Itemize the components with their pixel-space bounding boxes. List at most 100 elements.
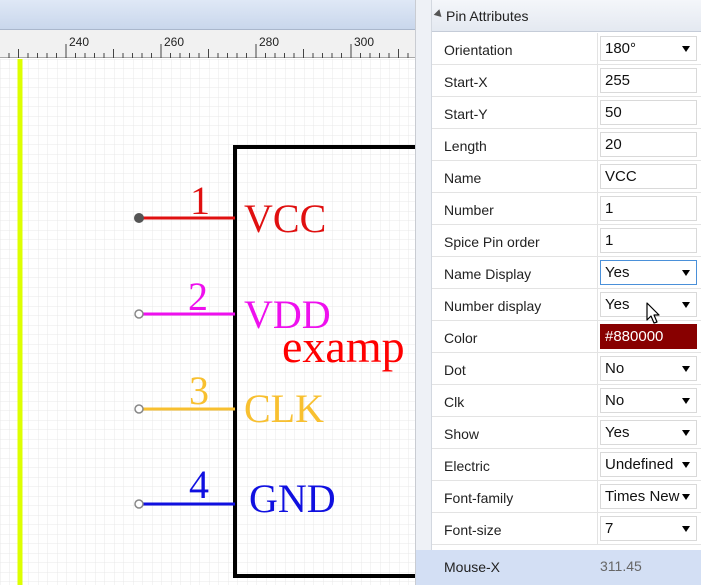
column-divider: [597, 193, 598, 225]
dropdown-caret-icon[interactable]: [682, 46, 690, 52]
dropdown-caret-icon[interactable]: [682, 494, 690, 500]
attribute-row-start-x: Start-X 255: [432, 65, 701, 97]
select-value: Undefined: [605, 456, 674, 473]
pin-1-endpoint[interactable]: [134, 213, 144, 223]
mouse-x-label: Mouse-X: [444, 559, 501, 575]
start-y-input[interactable]: 50: [600, 100, 697, 125]
pin-3-name: CLK: [244, 386, 324, 431]
dropdown-caret-icon[interactable]: [682, 270, 690, 276]
show-select[interactable]: Yes: [600, 420, 697, 445]
select-value: Yes: [605, 296, 630, 313]
dropdown-caret-icon[interactable]: [682, 302, 690, 308]
column-divider: [597, 129, 598, 161]
attribute-label: Font-family: [444, 490, 514, 506]
dropdown-caret-icon[interactable]: [682, 398, 690, 404]
column-divider: [597, 97, 598, 129]
attribute-label: Electric: [444, 458, 490, 474]
attribute-label: Font-size: [444, 522, 502, 538]
attribute-row-name: Name VCC: [432, 161, 701, 193]
mouse-x-value: 311.45: [600, 558, 642, 574]
column-divider: [597, 321, 598, 353]
pin-attributes-header[interactable]: Pin Attributes: [432, 0, 701, 32]
mouse-pointer-icon: [646, 302, 660, 324]
attribute-label: Number: [444, 202, 494, 218]
name-display-select[interactable]: Yes: [600, 260, 697, 285]
column-divider: [597, 289, 598, 321]
pin-1-name: VCC: [244, 196, 326, 241]
font-family-select[interactable]: Times New Roman: [600, 484, 697, 509]
attribute-label: Name Display: [444, 266, 532, 282]
select-value: Yes: [605, 424, 630, 441]
properties-panel: Pin Attributes Orientation 180° Start-X 255…: [416, 0, 701, 585]
color-field[interactable]: #880000: [600, 324, 697, 349]
panel-title: Pin Attributes: [446, 8, 529, 24]
attribute-label: Clk: [444, 394, 465, 410]
pin-2-number: 2: [188, 274, 208, 319]
pin-4-endpoint[interactable]: [134, 499, 144, 509]
select-value: No: [605, 360, 625, 377]
column-divider: [597, 65, 598, 97]
attribute-row-spice-pin-order: Spice Pin order 1: [432, 225, 701, 257]
column-divider: [597, 353, 598, 385]
column-divider: [597, 449, 598, 481]
attribute-row-show: Show Yes: [432, 417, 701, 449]
attribute-row-orientation: Orientation 180°: [432, 33, 701, 65]
attribute-row-electric: Electric Undefined: [432, 449, 701, 481]
attribute-label: Name: [444, 170, 482, 186]
select-value: 180°: [605, 40, 637, 57]
attribute-row-length: Length 20: [432, 129, 701, 161]
attribute-row-font-size: Font-size 7: [432, 513, 701, 545]
font-size-select[interactable]: 7: [600, 516, 697, 541]
spice-pin-order-input[interactable]: 1: [600, 228, 697, 253]
dropdown-caret-icon[interactable]: [682, 526, 690, 532]
pin-3-number: 3: [189, 368, 209, 413]
column-divider: [597, 481, 598, 513]
column-divider: [597, 417, 598, 449]
attribute-label: Number display: [444, 298, 542, 314]
column-divider: [597, 225, 598, 257]
column-divider: [597, 513, 598, 545]
schematic-canvas[interactable]: 240 260 280 300 examp 1 VCC 2 VDD 3 CLK …: [0, 0, 416, 585]
pin-3-endpoint[interactable]: [134, 404, 144, 414]
column-divider: [597, 385, 598, 417]
select-value: 7: [605, 520, 614, 537]
attribute-row-name-display: Name Display Yes: [432, 257, 701, 289]
attribute-row-start-y: Start-Y 50: [432, 97, 701, 129]
attribute-row-number: Number 1: [432, 193, 701, 225]
attribute-label: Color: [444, 330, 478, 346]
length-input[interactable]: 20: [600, 132, 697, 157]
dropdown-caret-icon[interactable]: [682, 430, 690, 436]
clk-select[interactable]: No: [600, 388, 697, 413]
pin-4-number: 4: [189, 462, 209, 507]
attribute-label: Length: [444, 138, 487, 154]
electric-select[interactable]: Undefined: [600, 452, 697, 477]
start-x-input[interactable]: 255: [600, 68, 697, 93]
select-value: Yes: [605, 264, 630, 281]
mouse-x-status-row: Mouse-X 311.45: [416, 550, 701, 585]
attribute-label: Start-Y: [444, 106, 488, 122]
column-divider: [597, 257, 598, 289]
attribute-row-dot: Dot No: [432, 353, 701, 385]
attribute-label: Dot: [444, 362, 466, 378]
orientation-select[interactable]: 180°: [600, 36, 697, 61]
pin-4-name: GND: [249, 476, 336, 521]
pin-1-number: 1: [190, 178, 210, 223]
dropdown-caret-icon[interactable]: [682, 462, 690, 468]
select-value: No: [605, 392, 625, 409]
panel-gutter: [416, 0, 432, 585]
dropdown-caret-icon[interactable]: [682, 366, 690, 372]
number-input[interactable]: 1: [600, 196, 697, 221]
select-value: Times New Roman: [605, 488, 683, 505]
column-divider: [597, 161, 598, 193]
attribute-row-clk: Clk No: [432, 385, 701, 417]
attribute-label: Show: [444, 426, 480, 442]
symbol-drawing: examp 1 VCC 2 VDD 3 CLK 4 GND: [0, 59, 415, 585]
pin-2-endpoint[interactable]: [134, 309, 144, 319]
pin-2-name: VDD: [244, 292, 331, 337]
name-input[interactable]: VCC: [600, 164, 697, 189]
attribute-label: Spice Pin order: [444, 234, 540, 250]
attribute-label: Start-X: [444, 74, 488, 90]
collapse-triangle-icon[interactable]: [433, 9, 445, 20]
dot-select[interactable]: No: [600, 356, 697, 381]
attribute-label: Orientation: [444, 42, 513, 58]
